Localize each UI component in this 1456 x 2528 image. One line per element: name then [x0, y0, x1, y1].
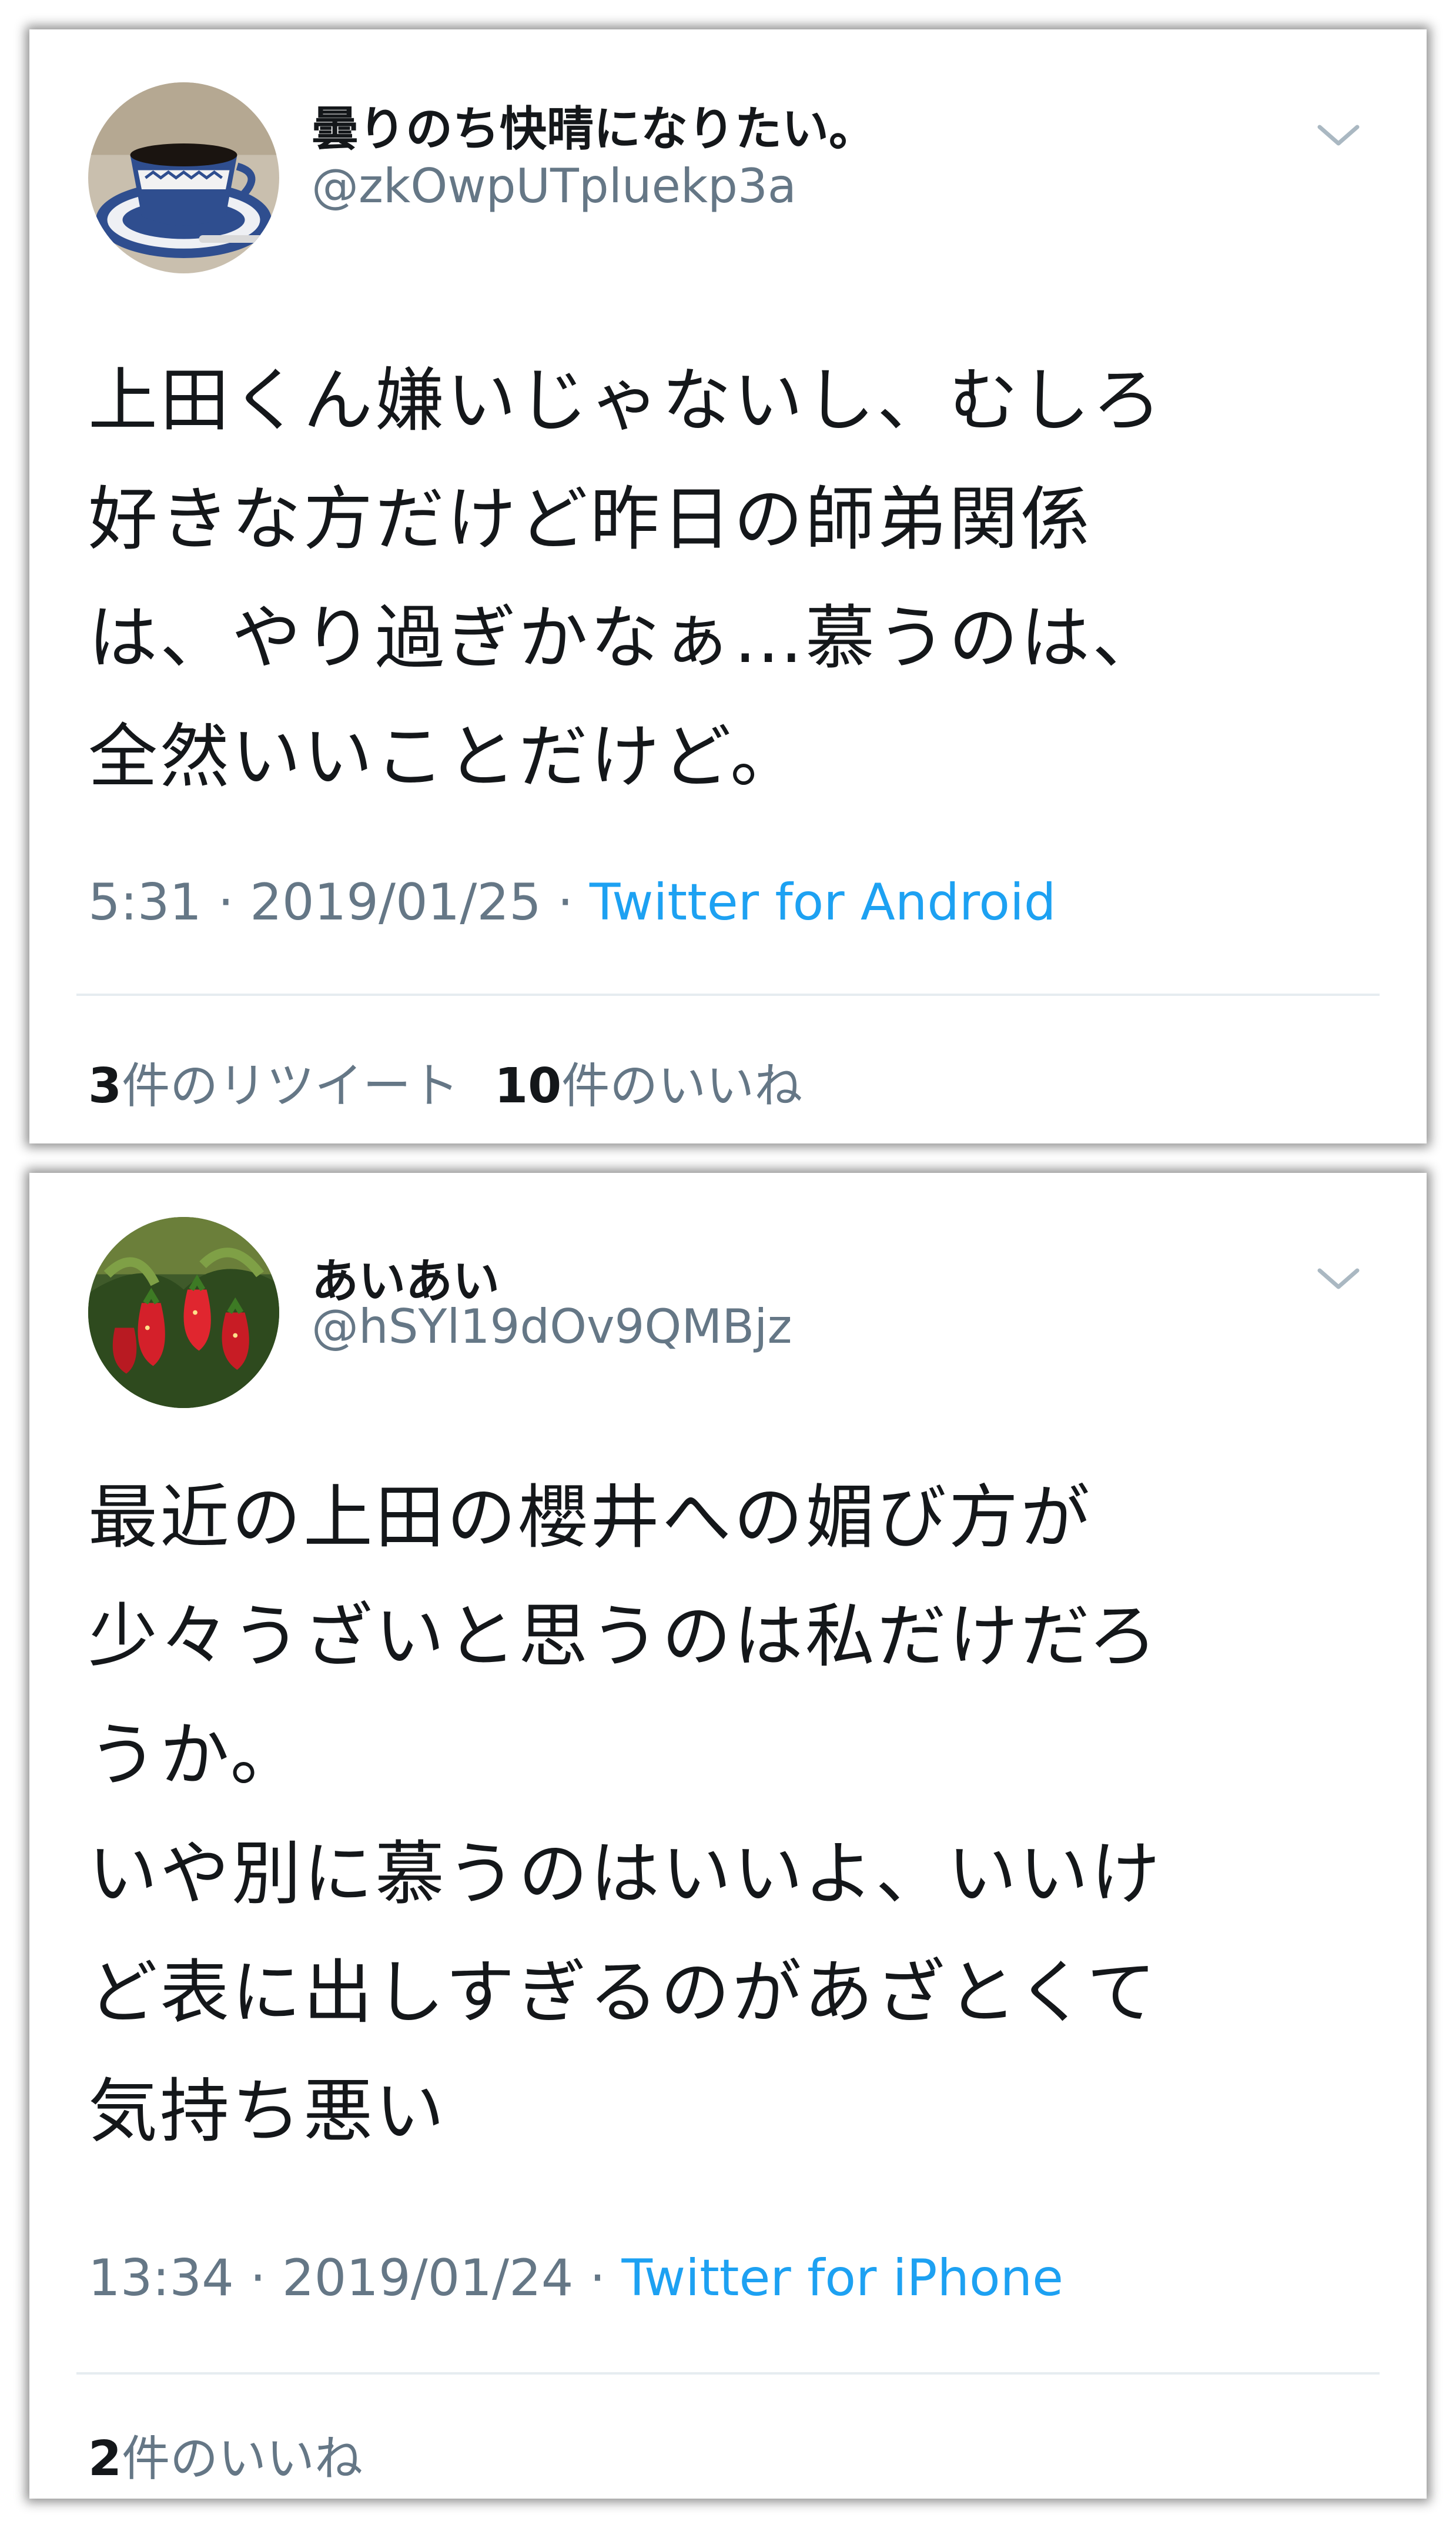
divider [76, 994, 1380, 996]
display-name[interactable]: 曇りのち快晴になりたい。 [312, 91, 876, 159]
tweet-text: 最近の上田の櫻井への媚び方が 少々うざいと思うのは私だけだろ うか。 いや別に慕… [88, 1458, 1370, 2171]
retweet-stat[interactable]: 3件のリツイート [88, 1058, 459, 1114]
like-stat[interactable]: 10件のいいね [494, 1058, 802, 1114]
source-link[interactable]: Twitter for iPhone [622, 2249, 1063, 2308]
tweet-text-line: いや別に慕うのはいいよ、いいけ [88, 1833, 1163, 1914]
tweet-text: 上田くん嫌いじゃないし、むしろ 好きな方だけど昨日の師弟関係 は、やり過ぎかなぁ… [88, 341, 1370, 816]
tweet-text-line: 少々うざいと思うのは私だけだろ [88, 1596, 1160, 1677]
tweet-text-line: 上田くん嫌いじゃないし、むしろ [88, 360, 1164, 441]
retweet-count: 3 [88, 1058, 122, 1114]
avatar[interactable] [88, 1217, 279, 1408]
tweet-text-line: ど表に出しすぎるのがあざとくて [88, 1952, 1159, 2033]
chevron-down-icon[interactable] [1315, 1261, 1362, 1296]
tweet-meta: 5:31 · 2019/01/25 · Twitter for Android [88, 873, 1056, 932]
source-link[interactable]: Twitter for Android [590, 873, 1056, 932]
timestamp[interactable]: 5:31 · 2019/01/25 · [88, 873, 590, 932]
tweet-text-line: 全然いいことだけど。 [88, 716, 802, 797]
user-handle[interactable]: @hSYl19dOv9QMBjz [312, 1299, 792, 1354]
tweet-stats: 2件のいいね [88, 2419, 363, 2489]
tweet-text-line: 気持ち悪い [88, 2071, 447, 2152]
like-label: 件のいいね [561, 1058, 803, 1114]
like-count: 2 [88, 2431, 122, 2487]
tweet-text-line: 最近の上田の櫻井への媚び方が [88, 1477, 1093, 1558]
divider [76, 2372, 1380, 2375]
like-count: 10 [494, 1058, 562, 1114]
like-label: 件のいいね [122, 2431, 363, 2487]
timestamp[interactable]: 13:34 · 2019/01/24 · [88, 2249, 622, 2308]
tweet-stats: 3件のリツイート 10件のいいね [88, 1046, 802, 1116]
avatar[interactable] [88, 82, 279, 273]
retweet-label: 件のリツイート [122, 1058, 460, 1114]
like-stat[interactable]: 2件のいいね [88, 2431, 363, 2487]
chevron-down-icon[interactable] [1315, 118, 1362, 153]
strawberry-avatar-icon [88, 1217, 279, 1408]
tweet-text-line: は、やり過ぎかなぁ…慕うのは、 [88, 597, 1164, 678]
tweet-card: 曇りのち快晴になりたい。 @zkOwpUTpluekp3a 上田くん嫌いじゃない… [29, 29, 1427, 1143]
tweet-text-line: 好きな方だけど昨日の師弟関係 [88, 479, 1093, 560]
tweet-text-line: うか。 [88, 1714, 302, 1795]
tweet-card: あいあい @hSYl19dOv9QMBjz 最近の上田の櫻井への媚び方が 少々う… [29, 1173, 1427, 2499]
coffee-cup-avatar-icon [88, 82, 279, 273]
tweet-meta: 13:34 · 2019/01/24 · Twitter for iPhone [88, 2249, 1063, 2308]
user-handle[interactable]: @zkOwpUTpluekp3a [312, 159, 796, 213]
